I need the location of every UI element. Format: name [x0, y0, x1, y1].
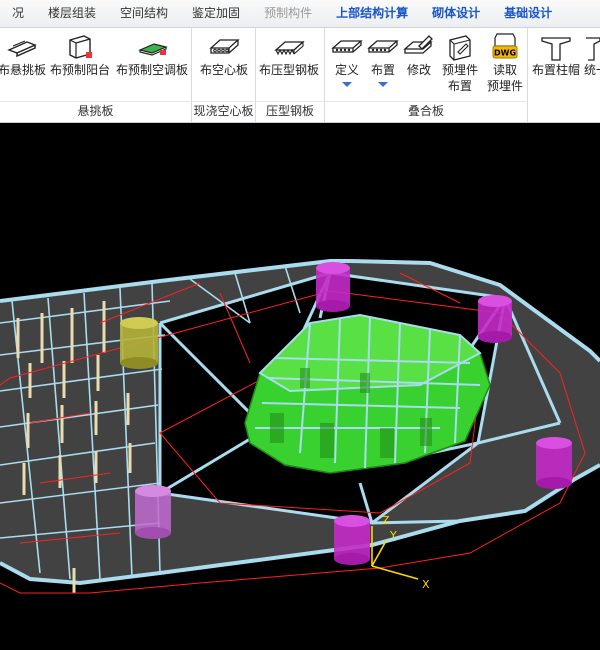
define-button[interactable]: 定义 — [329, 32, 365, 87]
laminated-slab-place-icon — [367, 40, 399, 53]
tab-masonry-design[interactable]: 砌体设计 — [420, 0, 492, 27]
ribbon-tab-bar: 况 楼层组装 空间结构 鉴定加固 预制构件 上部结构计算 砌体设计 基础设计 — [0, 0, 600, 28]
read-embedded-label-2: 预埋件 — [486, 79, 523, 93]
cantilever-slab-icon — [7, 40, 37, 58]
prefab-ac-board-button[interactable]: 布预制空调板 — [114, 32, 190, 78]
column-top — [316, 262, 350, 312]
tab-upper-structure-calc[interactable]: 上部结构计算 — [324, 0, 420, 27]
place-embedded-label-2: 布置 — [447, 79, 472, 93]
cantilever-slab-button[interactable]: 布悬挑板 — [0, 32, 47, 78]
steel-deck-icon — [274, 40, 305, 56]
tab-prefab-components[interactable]: 预制构件 — [252, 0, 324, 27]
define-dropdown-arrow-icon[interactable] — [342, 82, 352, 87]
place-dropdown-arrow-icon[interactable] — [378, 82, 388, 87]
steel-deck-button[interactable]: 布压型钢板 — [256, 32, 322, 78]
olive-column — [120, 317, 158, 369]
column-cap-button[interactable]: 布置柱帽 — [530, 32, 582, 78]
column-right-top — [478, 295, 512, 343]
modify-pencil-icon — [403, 35, 433, 54]
place-embedded-button[interactable]: 预埋件 布置 — [437, 32, 483, 94]
prefab-balcony-icon — [69, 35, 92, 59]
group-cantilever-label: 悬挑板 — [0, 101, 191, 120]
hollow-slab-label: 布空心板 — [199, 63, 248, 77]
tab-space-structure[interactable]: 空间结构 — [108, 0, 180, 27]
place-embedded-label-1: 预埋件 — [441, 63, 478, 77]
dwg-badge-text: DWG — [494, 49, 516, 58]
unify-icon — [586, 37, 600, 61]
place-label: 布置 — [370, 63, 395, 77]
read-embedded-button[interactable]: DWG 读取 预埋件 — [483, 32, 527, 94]
column-left — [135, 485, 171, 539]
tab-foundation-design[interactable]: 基础设计 — [492, 0, 564, 27]
axis-x-label: X — [422, 578, 430, 591]
modify-button[interactable]: 修改 — [401, 32, 437, 78]
place-button[interactable]: 布置 — [365, 32, 401, 87]
dwg-file-icon: DWG — [492, 33, 518, 59]
prefab-balcony-label: 布预制阳台 — [49, 63, 110, 77]
axis-y-label: Y — [389, 529, 397, 542]
group-laminated-slab: 定义 布置 修改 预埋件 布置 DWG 读取 预埋件 叠合板 — [325, 28, 528, 122]
group-hollow-slab: 布空心板 现浇空心板 — [192, 28, 256, 122]
group-steel-deck-label: 压型钢板 — [256, 101, 324, 120]
unify-label: 统一 — [584, 63, 600, 77]
group-hollow-slab-label: 现浇空心板 — [192, 101, 255, 120]
modify-label: 修改 — [406, 63, 431, 77]
unify-button[interactable]: 统一 — [584, 32, 600, 78]
tab-partial[interactable]: 况 — [0, 0, 36, 27]
column-cap-icon — [541, 37, 571, 61]
tab-appraisal-reinforcement[interactable]: 鉴定加固 — [180, 0, 252, 27]
read-embedded-label-1: 读取 — [492, 63, 517, 77]
tab-floor-assembly[interactable]: 楼层组装 — [36, 0, 108, 27]
group-column-cap: 布置柱帽 统一 — [528, 28, 600, 122]
group-laminated-slab-label: 叠合板 — [325, 101, 527, 120]
steel-deck-label: 布压型钢板 — [258, 63, 319, 77]
prefab-ac-board-icon — [138, 43, 168, 56]
hollow-slab-icon — [209, 39, 240, 54]
laminated-slab-define-icon — [331, 40, 363, 53]
prefab-ac-board-label: 布预制空调板 — [115, 63, 188, 77]
column-bottom — [334, 515, 370, 565]
group-cantilever: 布悬挑板 布预制阳台 布预制空调板 悬挑板 — [0, 28, 192, 122]
ribbon-panel: 布悬挑板 布预制阳台 布预制空调板 悬挑板 布空心板 现浇空心板 布压型钢板 压… — [0, 28, 600, 123]
hollow-slab-button[interactable]: 布空心板 — [196, 32, 252, 78]
column-cap-label: 布置柱帽 — [531, 63, 580, 77]
prefab-balcony-button[interactable]: 布预制阳台 — [48, 32, 112, 78]
embedded-part-icon — [449, 35, 471, 61]
axis-z-label: Z — [382, 514, 390, 527]
cantilever-slab-label: 布悬挑板 — [0, 63, 47, 77]
define-label: 定义 — [334, 63, 359, 77]
group-steel-deck: 布压型钢板 压型钢板 — [256, 28, 325, 122]
model-3d-viewport[interactable]: Z Y X — [0, 123, 600, 650]
column-right — [536, 437, 572, 489]
